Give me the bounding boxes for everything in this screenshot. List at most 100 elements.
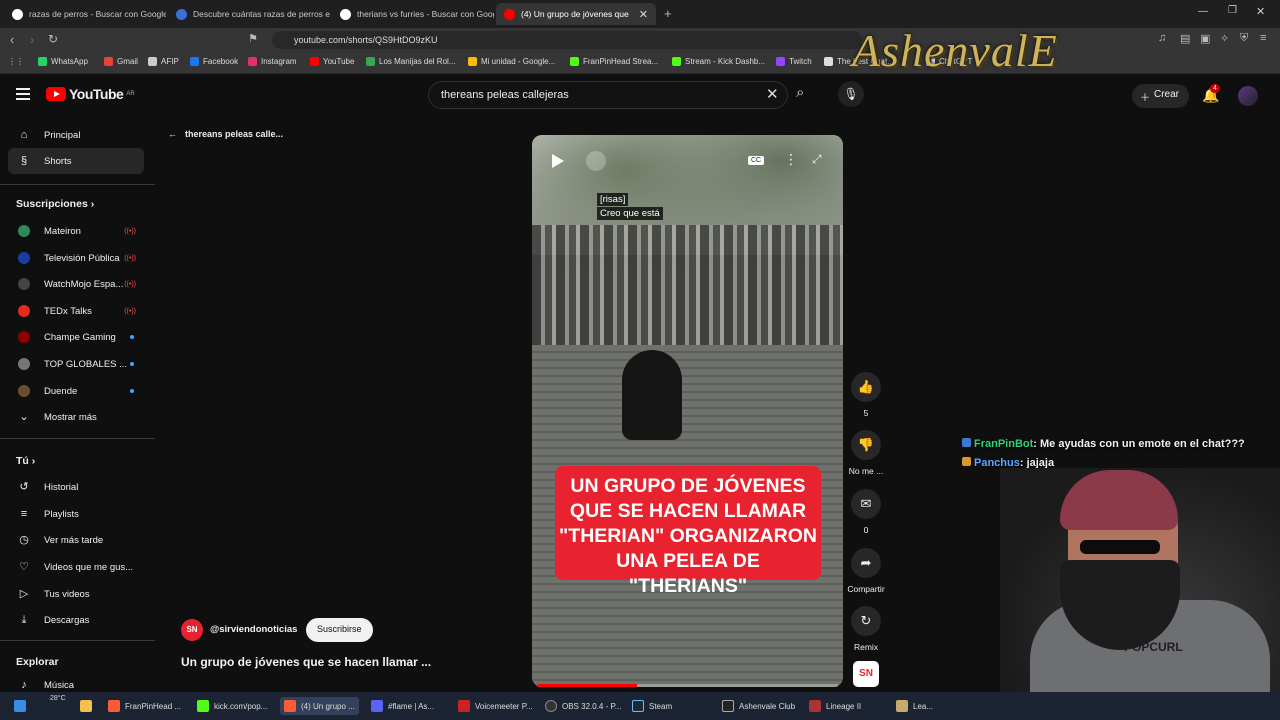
subscription-label: Televisión Pública bbox=[44, 252, 120, 264]
short-title[interactable]: Un grupo de jóvenes que se hacen llamar … bbox=[181, 655, 431, 669]
minimize-icon[interactable]: — bbox=[1198, 6, 1208, 17]
taskbar-item[interactable]: Steam bbox=[628, 697, 676, 715]
create-button[interactable]: ＋ Crear bbox=[1132, 84, 1190, 108]
back-to-search-link[interactable]: ← thereans peleas calle... bbox=[168, 129, 283, 139]
chevron-down-icon: ⌄ bbox=[19, 411, 29, 423]
subscription-item[interactable]: Duende bbox=[8, 378, 144, 404]
subscribe-button[interactable]: Suscribirse bbox=[306, 618, 373, 642]
close-tab-icon[interactable]: ✕ bbox=[639, 8, 648, 21]
comments-button[interactable]: ✉ 0 bbox=[844, 489, 888, 535]
taskbar-item[interactable]: #flame | As... bbox=[367, 697, 438, 715]
sidebar-item-principal[interactable]: ⌂ Principal bbox=[8, 122, 144, 148]
apps-icon[interactable]: ⋮⋮ bbox=[8, 57, 24, 66]
taskbar-item[interactable]: Ashenvale Club bbox=[718, 697, 799, 715]
bookmark-manijas[interactable]: Los Manijas del Rol... bbox=[366, 57, 455, 66]
sidebar-item-downloads[interactable]: ⤓ Descargas bbox=[8, 607, 144, 633]
you-header[interactable]: Tú › bbox=[16, 455, 35, 467]
subscription-label: WatchMojo Espa... bbox=[44, 278, 124, 290]
bookmark-afip[interactable]: AFIP bbox=[148, 57, 179, 66]
bookmark-kick-dashboard[interactable]: Stream - Kick Dashb... bbox=[672, 57, 765, 66]
shield-icon[interactable]: ⛨ bbox=[1240, 32, 1248, 45]
captions-button[interactable]: CC bbox=[748, 156, 765, 165]
shorts-icon: § bbox=[20, 155, 28, 167]
taskbar-item[interactable]: kick.com/pop... bbox=[193, 697, 271, 715]
sidebar-item-historial[interactable]: ↺ Historial bbox=[8, 474, 144, 500]
search-input[interactable]: thereans peleas callejeras bbox=[428, 81, 788, 109]
account-avatar[interactable] bbox=[1238, 86, 1258, 106]
forward-icon[interactable]: › bbox=[30, 32, 34, 47]
lineage-icon bbox=[809, 700, 821, 712]
url-field[interactable]: youtube.com/shorts/QS9HtDO9zKU bbox=[272, 31, 862, 49]
stream-overlay-logo: AshenvalE bbox=[852, 25, 1058, 76]
short-video-player[interactable] bbox=[532, 135, 843, 687]
taskbar-item-active[interactable]: (4) Un grupo ... bbox=[280, 697, 359, 715]
search-icon[interactable]: ⌕ bbox=[796, 84, 804, 101]
channel-avatar[interactable]: SN bbox=[181, 619, 203, 641]
menu-icon[interactable]: ≡ bbox=[1260, 32, 1266, 44]
share-button[interactable]: ➦ Compartir bbox=[844, 548, 888, 594]
subscription-item[interactable]: Mateiron ((•)) bbox=[8, 218, 144, 244]
clear-search-icon[interactable]: ✕ bbox=[766, 85, 779, 103]
back-icon[interactable]: ‹ bbox=[10, 32, 14, 47]
maximize-icon[interactable]: ❐ bbox=[1228, 5, 1237, 16]
bookmark-youtube[interactable]: YouTube bbox=[310, 57, 354, 66]
sidebar-item-watch-later[interactable]: ◷ Ver más tarde bbox=[8, 527, 144, 553]
volume-icon[interactable] bbox=[586, 151, 606, 171]
subscription-item[interactable]: TOP GLOBALES ... bbox=[8, 351, 144, 377]
dislike-button[interactable]: 👎 No me ... bbox=[844, 430, 888, 476]
subscription-item[interactable]: Champe Gaming bbox=[8, 324, 144, 350]
fullscreen-icon[interactable]: ⤢ bbox=[812, 152, 822, 167]
bookmark-instagram[interactable]: Instagram bbox=[248, 57, 297, 66]
sidebar-divider bbox=[0, 438, 155, 439]
sidebar-item-your-videos[interactable]: ▷ Tus videos bbox=[8, 581, 144, 607]
subscription-item[interactable]: Televisión Pública ((•)) bbox=[8, 245, 144, 271]
bookmark-gmail[interactable]: Gmail bbox=[104, 57, 138, 66]
sidebar-icon[interactable]: ▤ bbox=[1180, 32, 1190, 45]
more-options-icon[interactable]: ⋮ bbox=[784, 151, 798, 168]
bookmark-drive[interactable]: Mi unidad - Google... bbox=[468, 57, 555, 66]
browser-tab-active[interactable]: (4) Un grupo de jóvenes que ✕ bbox=[496, 3, 656, 25]
channel-logo[interactable]: SN bbox=[853, 661, 879, 687]
file-explorer-button[interactable] bbox=[76, 697, 96, 715]
bookmark-twitch[interactable]: Twitch bbox=[776, 57, 812, 66]
video-progress-bar[interactable] bbox=[538, 684, 838, 687]
bookmark-icon[interactable]: ⚑ bbox=[248, 32, 258, 45]
browser-tab[interactable]: razas de perros - Buscar con Google bbox=[4, 3, 166, 25]
taskbar-label: kick.com/pop... bbox=[214, 701, 268, 711]
taskbar-item[interactable]: OBS 32.0.4 - P... bbox=[541, 697, 625, 715]
channel-avatar bbox=[18, 385, 30, 397]
taskbar-item[interactable]: Lea... bbox=[892, 697, 937, 715]
channel-handle[interactable]: @sirviendonoticias bbox=[210, 624, 297, 635]
like-button[interactable]: 👍 5 bbox=[844, 372, 888, 418]
sidebar-item-liked-videos[interactable]: ♡ Videos que me gus... bbox=[8, 554, 144, 580]
subscription-item[interactable]: WatchMojo Espa... ((•)) bbox=[8, 271, 144, 297]
close-window-icon[interactable]: ✕ bbox=[1256, 5, 1265, 18]
bookmark-facebook[interactable]: Facebook bbox=[190, 57, 238, 66]
address-bar-row: ‹ › ↻ ⚑ youtube.com/shorts/QS9HtDO9zKU ♫… bbox=[0, 28, 1280, 52]
webcam-person-glasses bbox=[1080, 540, 1160, 554]
sidebar-item-shorts[interactable]: § Shorts bbox=[8, 148, 144, 174]
taskbar-item[interactable]: Lineage II bbox=[805, 697, 865, 715]
ai-icon[interactable]: ✧ bbox=[1220, 32, 1229, 45]
remix-button[interactable]: ↻ Remix bbox=[844, 606, 888, 652]
start-button[interactable] bbox=[10, 697, 30, 715]
subscription-item[interactable]: TEDx Talks ((•)) bbox=[8, 298, 144, 324]
browser-tab[interactable]: therians vs furries - Buscar con Goog bbox=[332, 3, 494, 25]
sidebar-item-playlists[interactable]: ≡ Playlists bbox=[8, 501, 144, 527]
reload-icon[interactable]: ↻ bbox=[48, 32, 58, 46]
browser-tab[interactable]: Descubre cuántas razas de perros ex bbox=[168, 3, 330, 25]
microphone-icon[interactable]: 🎙 bbox=[838, 81, 864, 107]
wallet-icon[interactable]: ▣ bbox=[1200, 32, 1210, 45]
subscriptions-header[interactable]: Suscripciones › bbox=[16, 198, 94, 210]
new-tab-button[interactable]: + bbox=[664, 6, 672, 21]
taskbar-item[interactable]: Voicemeeter P... bbox=[454, 697, 537, 715]
taskbar-item[interactable]: FranPinHead ... bbox=[104, 697, 185, 715]
play-icon[interactable] bbox=[552, 154, 564, 168]
youtube-logo[interactable]: YouTube AR bbox=[46, 86, 135, 102]
hamburger-menu-icon[interactable] bbox=[16, 88, 30, 100]
sidebar-item-label: Descargas bbox=[44, 614, 90, 626]
bookmark-whatsapp[interactable]: WhatsApp bbox=[38, 57, 88, 66]
bookmark-kick[interactable]: FranPinHead Strea... bbox=[570, 57, 658, 66]
extension-icon[interactable]: ♫ bbox=[1158, 32, 1166, 44]
show-more-button[interactable]: ⌄ Mostrar más bbox=[8, 404, 144, 430]
